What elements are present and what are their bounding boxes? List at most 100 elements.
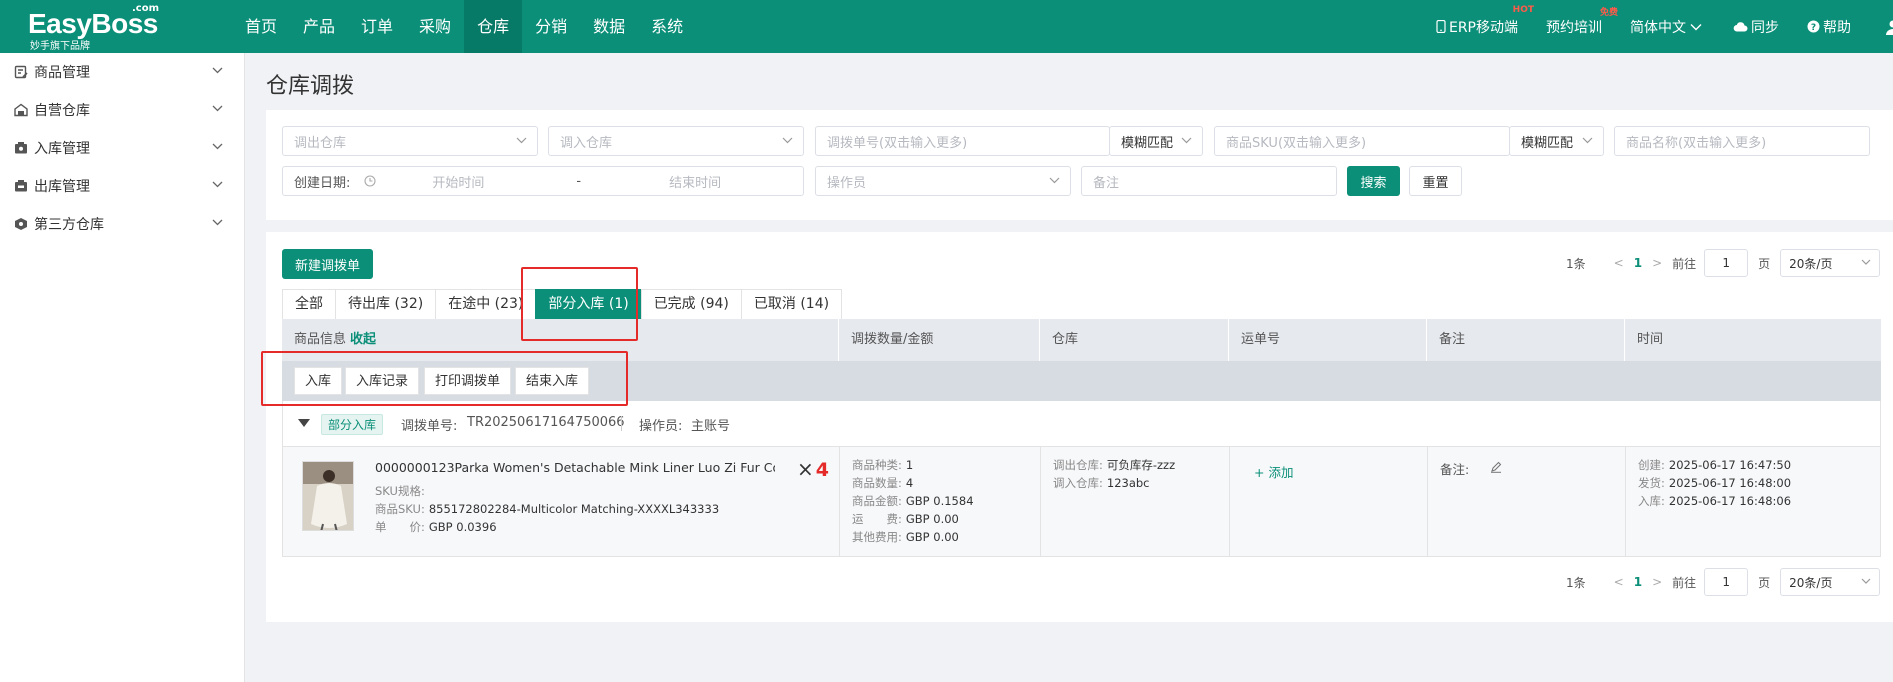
chevron-down-icon bbox=[1582, 137, 1593, 144]
product-thumbnail[interactable] bbox=[302, 461, 354, 531]
pager-size-value: 20条/页 bbox=[1789, 575, 1833, 590]
transfer-no-input[interactable]: 调拨单号(双击输入更多) bbox=[815, 126, 1110, 156]
operator-select[interactable]: 操作员 bbox=[815, 166, 1071, 196]
sidebar-item-product-management[interactable]: 商品管理 bbox=[0, 53, 244, 91]
nav-item-warehouse[interactable]: 仓库 bbox=[464, 0, 523, 53]
tab-partial-inbound[interactable]: 部分入库 (1) bbox=[535, 289, 642, 319]
print-transfer-button[interactable]: 打印调拨单 bbox=[424, 367, 512, 395]
pager-size-select[interactable]: 20条/页 bbox=[1780, 249, 1881, 277]
sidebar-item-third-party[interactable]: 第三方仓库 bbox=[0, 205, 244, 243]
transfer-match-value: 模糊匹配 bbox=[1121, 135, 1174, 151]
pager-size-select[interactable]: 20条/页 bbox=[1780, 568, 1881, 596]
new-transfer-button[interactable]: 新建调拨单 bbox=[282, 249, 373, 279]
product-cell: 0000000123Parka Women's Detachable Mink … bbox=[283, 447, 840, 556]
col-time: 时间 bbox=[1637, 332, 1664, 347]
chevron-down-icon bbox=[1690, 23, 1702, 30]
sidebar-item-label: 商品管理 bbox=[34, 65, 90, 81]
outbound-icon bbox=[14, 179, 28, 193]
logo[interactable]: .com EasyBoss 妙手旗下品牌 bbox=[28, 3, 168, 52]
caret-down-icon[interactable] bbox=[298, 419, 310, 427]
tab-cancelled[interactable]: 已取消 (14) bbox=[740, 289, 843, 319]
pager-size-value: 20条/页 bbox=[1789, 256, 1833, 271]
sidebar-item-outbound[interactable]: 出库管理 bbox=[0, 167, 244, 205]
product-image-icon bbox=[303, 462, 353, 530]
chevron-down-icon bbox=[1181, 137, 1192, 144]
tracking-cell: + 添加 bbox=[1230, 447, 1428, 556]
product-kinds-value: 1 bbox=[905, 458, 914, 472]
user-avatar-partial[interactable] bbox=[1879, 0, 1893, 53]
in-warehouse: 调入仓库: 123abc bbox=[1053, 474, 1150, 492]
logo-text: EasyBoss bbox=[28, 8, 158, 39]
edit-icon[interactable] bbox=[1490, 461, 1502, 473]
out-warehouse-select[interactable]: 调出仓库 bbox=[282, 126, 538, 156]
pager-current-page[interactable]: 1 bbox=[1634, 575, 1642, 589]
chevron-down-icon bbox=[1861, 259, 1871, 265]
col-product-label: 商品信息 bbox=[294, 332, 347, 347]
chevron-down-icon bbox=[516, 137, 527, 144]
unit-price-value: GBP 0.0396 bbox=[428, 520, 497, 534]
finish-inbound-button[interactable]: 结束入库 bbox=[515, 367, 590, 395]
pager-goto-input[interactable]: 1 bbox=[1704, 568, 1749, 596]
cloud-icon bbox=[1733, 22, 1748, 32]
tab-pending-outbound[interactable]: 待出库 (32) bbox=[335, 289, 437, 319]
in-warehouse-select[interactable]: 调入仓库 bbox=[548, 126, 804, 156]
product-count-value: 4 bbox=[905, 476, 914, 490]
training-link[interactable]: 预约培训 免费 bbox=[1546, 8, 1618, 37]
created-time: 创建: 2025-06-17 16:47:50 bbox=[1638, 456, 1791, 474]
remark-input[interactable]: 备注 bbox=[1081, 166, 1337, 196]
nav-item-system[interactable]: 系统 bbox=[638, 0, 696, 53]
sync-button[interactable]: 同步 bbox=[1733, 17, 1779, 37]
tab-in-transit[interactable]: 在途中 (23) bbox=[435, 289, 537, 319]
reset-button[interactable]: 重置 bbox=[1409, 166, 1462, 196]
nav-item-purchase[interactable]: 采购 bbox=[406, 0, 464, 53]
chevron-down-icon bbox=[212, 181, 223, 188]
nav-item-product[interactable]: 产品 bbox=[290, 0, 348, 53]
operator-placeholder: 操作员 bbox=[827, 175, 867, 191]
sync-label: 同步 bbox=[1751, 19, 1779, 36]
inbound-button[interactable]: 入库 bbox=[294, 367, 343, 395]
nav-item-order[interactable]: 订单 bbox=[348, 0, 406, 53]
page-title: 仓库调拨 bbox=[266, 74, 355, 99]
pager-next-button[interactable]: > bbox=[1652, 575, 1662, 589]
pager-prev-button[interactable]: < bbox=[1614, 256, 1624, 270]
qty-amount-cell: 商品种类: 1 商品数量: 4 商品金额: GBP 0.1584 运 费: GBP 0.… bbox=[840, 447, 1041, 556]
sidebar-item-own-warehouse[interactable]: 自营仓库 bbox=[0, 91, 244, 129]
product-sku-value: 855172802284-Multicolor Matching-XXXXL34… bbox=[428, 502, 720, 516]
pager-next-button[interactable]: > bbox=[1652, 256, 1662, 270]
transfer-no-label: 调拨单号: bbox=[401, 419, 458, 434]
collapse-link[interactable]: 收起 bbox=[350, 332, 376, 347]
freight: 运 费: GBP 0.00 bbox=[852, 510, 959, 528]
out-warehouse-label: 调出仓库: bbox=[1053, 458, 1103, 472]
product-amount: 商品金额: GBP 0.1584 bbox=[852, 492, 974, 510]
product-title[interactable]: 0000000123Parka Women's Detachable Mink … bbox=[375, 460, 775, 475]
out-warehouse-placeholder: 调出仓库 bbox=[294, 135, 347, 151]
erp-mobile-link[interactable]: ERP移动端 HOT bbox=[1436, 5, 1534, 37]
multiply-icon: × bbox=[797, 457, 814, 481]
quantity-multiplier: × 4 bbox=[797, 457, 829, 481]
sku-match-value: 模糊匹配 bbox=[1521, 135, 1574, 151]
help-button[interactable]: ? 帮助 bbox=[1807, 17, 1851, 37]
created-date-range[interactable]: 创建日期: 开始时间 - 结束时间 bbox=[282, 166, 804, 196]
add-tracking-link[interactable]: + 添加 bbox=[1254, 462, 1293, 481]
tab-completed[interactable]: 已完成 (94) bbox=[640, 289, 742, 319]
tab-all[interactable]: 全部 bbox=[282, 289, 336, 319]
nav-item-data[interactable]: 数据 bbox=[580, 0, 638, 53]
sku-input[interactable]: 商品SKU(双击输入更多) bbox=[1214, 126, 1510, 156]
pager-current-page[interactable]: 1 bbox=[1634, 256, 1642, 270]
sidebar-item-inbound[interactable]: 入库管理 bbox=[0, 129, 244, 167]
product-name-input[interactable]: 商品名称(双击输入更多) bbox=[1614, 126, 1870, 156]
transfer-match-select[interactable]: 模糊匹配 bbox=[1109, 126, 1203, 156]
inbound-records-button[interactable]: 入库记录 bbox=[345, 367, 420, 395]
help-icon: ? bbox=[1807, 20, 1820, 33]
end-time-placeholder: 结束时间 bbox=[669, 175, 722, 191]
nav-item-distribution[interactable]: 分销 bbox=[522, 0, 580, 53]
product-amount-label: 商品金额: bbox=[852, 494, 902, 508]
sku-match-select[interactable]: 模糊匹配 bbox=[1509, 126, 1604, 156]
nav-item-home[interactable]: 首页 bbox=[232, 0, 290, 53]
search-button[interactable]: 搜索 bbox=[1347, 166, 1400, 196]
remark-placeholder: 备注 bbox=[1093, 175, 1120, 191]
pager-goto-input[interactable]: 1 bbox=[1704, 249, 1749, 277]
pager-prev-button[interactable]: < bbox=[1614, 575, 1624, 589]
product-sku-label: 商品SKU: bbox=[375, 502, 425, 516]
language-selector[interactable]: 简体中文 bbox=[1630, 17, 1705, 37]
